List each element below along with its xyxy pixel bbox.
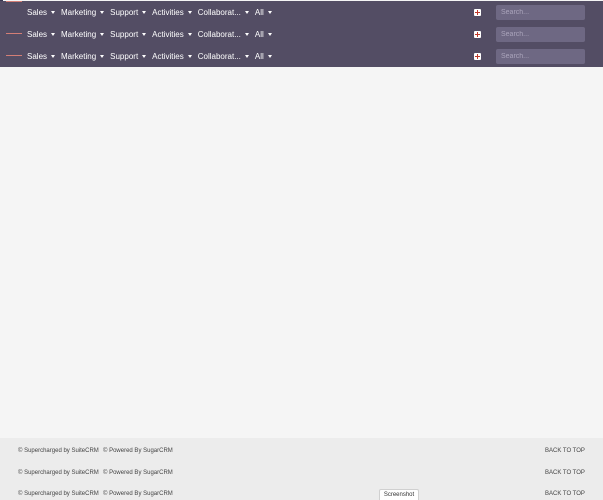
logo-mark: [6, 55, 22, 56]
powered-link[interactable]: © Powered By SugarCRM: [103, 491, 173, 497]
menu-item-activities[interactable]: Activities: [152, 52, 192, 61]
logo-mark: [6, 33, 22, 34]
menu-item-label: Activities: [152, 51, 184, 61]
menu-item-collaboration[interactable]: Collaborat...: [198, 52, 249, 61]
menu-item-support[interactable]: Support: [110, 7, 147, 17]
caret-down-icon: [100, 54, 105, 58]
plus-icon[interactable]: [474, 9, 481, 16]
footer: © Supercharged by SuiteCRM © Powered By …: [0, 438, 603, 500]
caret-down-icon: [267, 54, 272, 58]
powered-link[interactable]: © Powered By SugarCRM: [103, 448, 173, 454]
menu-item-sales[interactable]: Sales: [27, 29, 56, 39]
menu-item-label: All: [254, 51, 264, 61]
footer-row: © Supercharged by SuiteCRM © Powered By …: [0, 467, 603, 479]
caret-down-icon: [244, 54, 249, 58]
menu-item-label: All: [254, 7, 264, 17]
search-input[interactable]: [496, 5, 585, 20]
back-to-top-link[interactable]: BACK TO TOP: [545, 448, 585, 454]
caret-down-icon: [187, 10, 192, 14]
caret-down-icon: [51, 54, 56, 58]
footer-row: © Supercharged by SuiteCRM © Powered By …: [0, 488, 603, 500]
menu-item-activities[interactable]: Activities: [152, 30, 192, 39]
footer-row: © Supercharged by SuiteCRM © Powered By …: [0, 445, 603, 457]
logo-mark: [6, 1, 22, 2]
supercharged-link[interactable]: © Supercharged by SuiteCRM: [18, 470, 99, 476]
menu-item-label: Collaborat...: [197, 51, 241, 61]
caret-down-icon: [187, 32, 192, 36]
main-content: [0, 67, 603, 438]
navbar: Sales Marketing Support Activities Colla…: [0, 1, 603, 23]
menu-item-all[interactable]: All: [255, 8, 272, 17]
caret-down-icon: [267, 32, 272, 36]
menu-item-label: Collaborat...: [197, 29, 241, 39]
menu-item-all[interactable]: All: [255, 30, 272, 39]
menu-item-sales[interactable]: Sales: [27, 51, 56, 61]
menu-item-label: Sales: [27, 7, 48, 17]
menu-item-label: Support: [110, 7, 139, 17]
caret-down-icon: [100, 10, 105, 14]
menu-item-collaboration[interactable]: Collaborat...: [198, 30, 249, 39]
main-menu: Sales Marketing Support Activities Colla…: [27, 45, 278, 67]
menu-item-sales[interactable]: Sales: [27, 7, 56, 17]
menu-item-activities[interactable]: Activities: [152, 8, 192, 17]
menu-item-marketing[interactable]: Marketing: [61, 51, 105, 61]
caret-down-icon: [142, 10, 147, 14]
search-input[interactable]: [496, 27, 585, 42]
search-input[interactable]: [496, 49, 585, 64]
menu-item-label: Collaborat...: [197, 7, 241, 17]
plus-icon[interactable]: [474, 53, 481, 60]
menu-item-collaboration[interactable]: Collaborat...: [198, 8, 249, 17]
page: Sales Marketing Support Activities Colla…: [0, 0, 603, 500]
menu-item-label: Support: [110, 29, 139, 39]
back-to-top-link[interactable]: BACK TO TOP: [545, 491, 585, 497]
main-menu: Sales Marketing Support Activities Colla…: [27, 23, 278, 45]
navbar: Sales Marketing Support Activities Colla…: [0, 45, 603, 67]
menu-item-label: Marketing: [61, 51, 97, 61]
screenshot-button[interactable]: Screenshot: [379, 489, 419, 500]
caret-down-icon: [100, 32, 105, 36]
menu-item-label: Marketing: [61, 29, 97, 39]
menu-item-support[interactable]: Support: [110, 51, 147, 61]
caret-down-icon: [142, 32, 147, 36]
caret-down-icon: [267, 10, 272, 14]
menu-item-marketing[interactable]: Marketing: [61, 7, 105, 17]
menu-item-label: Marketing: [61, 7, 97, 17]
menu-item-label: Activities: [152, 29, 184, 39]
main-menu: Sales Marketing Support Activities Colla…: [27, 1, 278, 23]
plus-icon[interactable]: [474, 31, 481, 38]
supercharged-link[interactable]: © Supercharged by SuiteCRM: [18, 448, 99, 454]
menu-item-label: All: [254, 29, 264, 39]
menu-item-label: Sales: [27, 29, 48, 39]
caret-down-icon: [142, 54, 147, 58]
menu-item-label: Support: [110, 51, 139, 61]
caret-down-icon: [244, 10, 249, 14]
navbar: Sales Marketing Support Activities Colla…: [0, 23, 603, 45]
supercharged-link[interactable]: © Supercharged by SuiteCRM: [18, 491, 99, 497]
menu-item-label: Activities: [152, 7, 184, 17]
menu-item-support[interactable]: Support: [110, 29, 147, 39]
menu-item-all[interactable]: All: [255, 52, 272, 61]
powered-link[interactable]: © Powered By SugarCRM: [103, 470, 173, 476]
caret-down-icon: [187, 54, 192, 58]
menu-item-label: Sales: [27, 51, 48, 61]
back-to-top-link[interactable]: BACK TO TOP: [545, 470, 585, 476]
caret-down-icon: [51, 10, 56, 14]
caret-down-icon: [51, 32, 56, 36]
caret-down-icon: [244, 32, 249, 36]
menu-item-marketing[interactable]: Marketing: [61, 29, 105, 39]
